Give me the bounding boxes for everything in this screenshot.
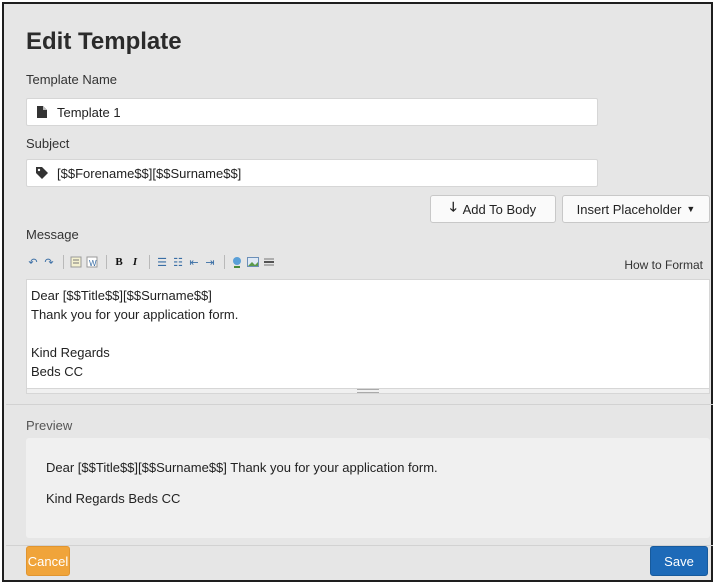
horizontal-rule-icon[interactable] <box>262 255 276 269</box>
italic-icon[interactable]: I <box>128 255 142 269</box>
message-line: Thank you for your application form. <box>31 307 239 322</box>
dialog-title: Edit Template <box>26 28 182 55</box>
paste-word-icon[interactable]: W <box>85 255 99 269</box>
message-line: Beds CC <box>31 364 84 379</box>
numbered-list-icon[interactable]: ☷ <box>171 255 185 269</box>
caret-down-icon: ▼ <box>686 204 696 214</box>
dialog-footer <box>6 545 713 581</box>
template-name-label: Template Name <box>26 72 118 87</box>
how-to-format-link[interactable]: How to Format <box>624 258 703 272</box>
redo-icon[interactable]: ↷ <box>42 255 56 269</box>
subject-field[interactable]: [$$Forename$$][$$Surname$$] <box>26 159 598 187</box>
section-divider <box>6 404 713 405</box>
add-to-body-label: Add To Body <box>462 201 537 217</box>
toolbar-separator <box>63 255 64 269</box>
cancel-button[interactable]: Cancel <box>26 546 70 576</box>
toolbar-separator <box>149 255 150 269</box>
editor-toolbar: ↶ ↷ W B I ☰ ☷ ⇤ ⇥ <box>26 252 716 272</box>
undo-icon[interactable]: ↶ <box>26 255 40 269</box>
message-line: Kind Regards <box>31 345 110 360</box>
editor-resize-handle[interactable] <box>26 388 710 394</box>
insert-placeholder-dropdown[interactable]: Insert Placeholder ▼ <box>562 195 710 223</box>
template-name-value: Template 1 <box>57 104 121 120</box>
message-editor[interactable]: Dear [$$Title$$][$$Surname$$] Thank you … <box>26 279 710 389</box>
outdent-icon[interactable]: ⇤ <box>187 255 201 269</box>
bold-icon[interactable]: B <box>112 255 126 269</box>
toolbar-separator <box>224 255 225 269</box>
message-label: Message <box>26 227 79 242</box>
document-icon <box>27 106 57 118</box>
save-button[interactable]: Save <box>650 546 708 576</box>
preview-label: Preview <box>26 418 73 433</box>
arrow-down-icon: 🡓 <box>449 199 457 214</box>
bullet-list-icon[interactable]: ☰ <box>155 255 169 269</box>
paste-text-icon[interactable] <box>69 255 83 269</box>
edit-template-dialog: Edit Template Template Name Template 1 S… <box>2 2 713 582</box>
insert-placeholder-label: Insert Placeholder <box>576 201 682 217</box>
indent-icon[interactable]: ⇥ <box>203 255 217 269</box>
image-icon[interactable] <box>246 255 260 269</box>
preview-paragraph: Kind Regards Beds CC <box>46 491 181 506</box>
link-icon[interactable] <box>230 255 244 269</box>
grip-icon <box>357 389 379 393</box>
subject-label: Subject <box>26 136 70 151</box>
svg-text:W: W <box>89 259 97 268</box>
template-name-field[interactable]: Template 1 <box>26 98 598 126</box>
subject-value: [$$Forename$$][$$Surname$$] <box>57 165 242 181</box>
preview-panel: Dear [$$Title$$][$$Surname$$] Thank you … <box>26 438 710 538</box>
preview-paragraph: Dear [$$Title$$][$$Surname$$] Thank you … <box>46 460 438 475</box>
message-line: Dear [$$Title$$][$$Surname$$] <box>31 288 212 303</box>
message-line <box>31 324 705 343</box>
add-to-body-button[interactable]: 🡓 Add To Body <box>430 195 556 223</box>
tag-icon <box>27 167 57 179</box>
toolbar-separator <box>106 255 107 269</box>
